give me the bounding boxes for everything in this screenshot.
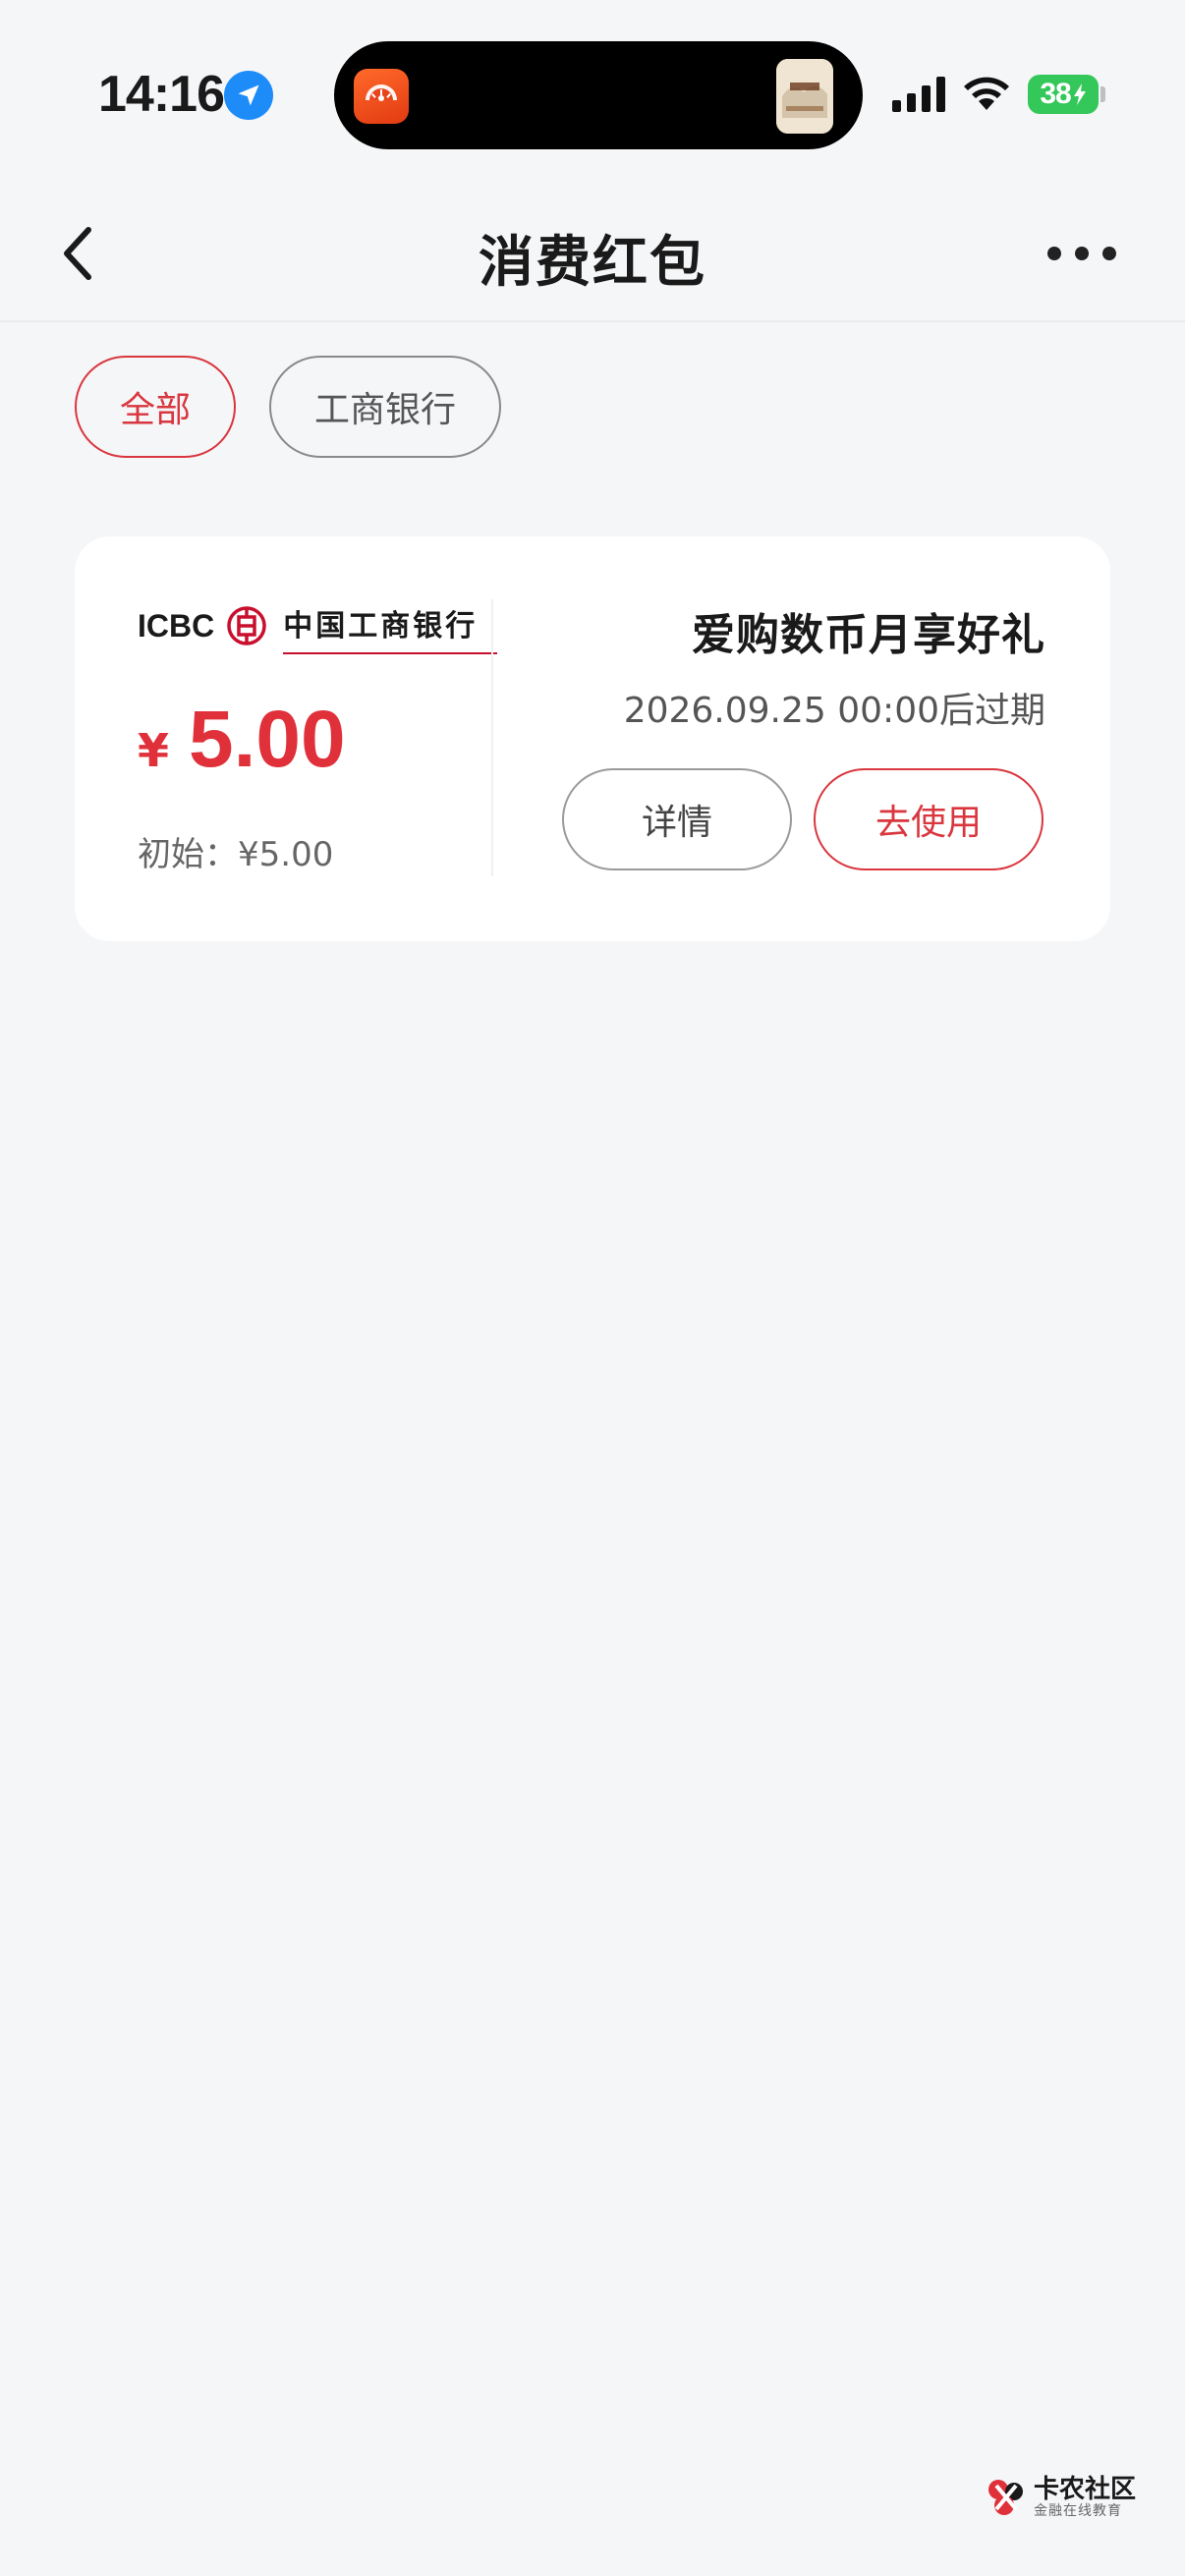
initial-amount: 初始：¥5.00 [138,835,334,874]
filter-all[interactable]: 全部 [75,356,237,458]
wifi-icon [961,73,1012,116]
use-button[interactable]: 去使用 [814,768,1044,870]
watermark-subtitle: 金融在线教育 [1034,2503,1122,2519]
status-bar: 14:16 38 [0,0,1185,187]
bank-name-cn: 中国工商银行 [283,609,479,644]
coupon-expiry: 2026.09.25 00:00后过期 [623,691,1045,731]
card-divider [491,599,493,876]
page: 14:16 38 消费红包 全部 工商银行 ICBC 中国工商银行 ¥ 5.00… [0,0,1185,2576]
watermark-name: 卡农社区 [1034,2475,1137,2504]
media-thumbnail-icon[interactable] [776,59,833,134]
icbc-emblem-icon [227,606,266,645]
watermark-text: 卡农社区 金融在线教育 [1034,2476,1136,2519]
amount-value: 5.00 [189,695,346,784]
location-icon [224,71,273,120]
bank-name-underline [283,652,498,654]
coupon-card[interactable]: ICBC 中国工商银行 ¥ 5.00 初始：¥5.00 爱购数币月享好礼 202… [75,536,1110,941]
currency-symbol: ¥ [138,724,170,777]
bank-logo: ICBC 中国工商银行 [138,601,498,654]
battery-icon: 38 [1028,75,1099,114]
more-icon [1047,247,1116,260]
coupon-amount: ¥ 5.00 [138,694,346,786]
bank-name-en: ICBC [138,607,215,644]
nav-bar: 消费红包 [0,187,1185,322]
more-button[interactable] [1047,226,1116,281]
dynamic-island[interactable] [334,41,863,149]
signal-icon [892,77,947,116]
detail-button[interactable]: 详情 [562,768,792,870]
battery-level: 38 [1040,78,1071,110]
filter-icbc[interactable]: 工商银行 [269,356,502,458]
watermark-logo-icon [988,2480,1023,2515]
watermark: 卡农社区 金融在线教育 [985,2476,1136,2519]
battery-cap [1100,86,1105,102]
app-activity-icon[interactable] [354,69,409,124]
status-time: 14:16 [98,66,225,123]
coupon-title: 爱购数币月享好礼 [692,610,1045,660]
bank-name-wrap: 中国工商银行 [283,601,498,654]
page-title: 消费红包 [479,231,706,295]
filter-bar: 全部 工商银行 [75,356,502,458]
